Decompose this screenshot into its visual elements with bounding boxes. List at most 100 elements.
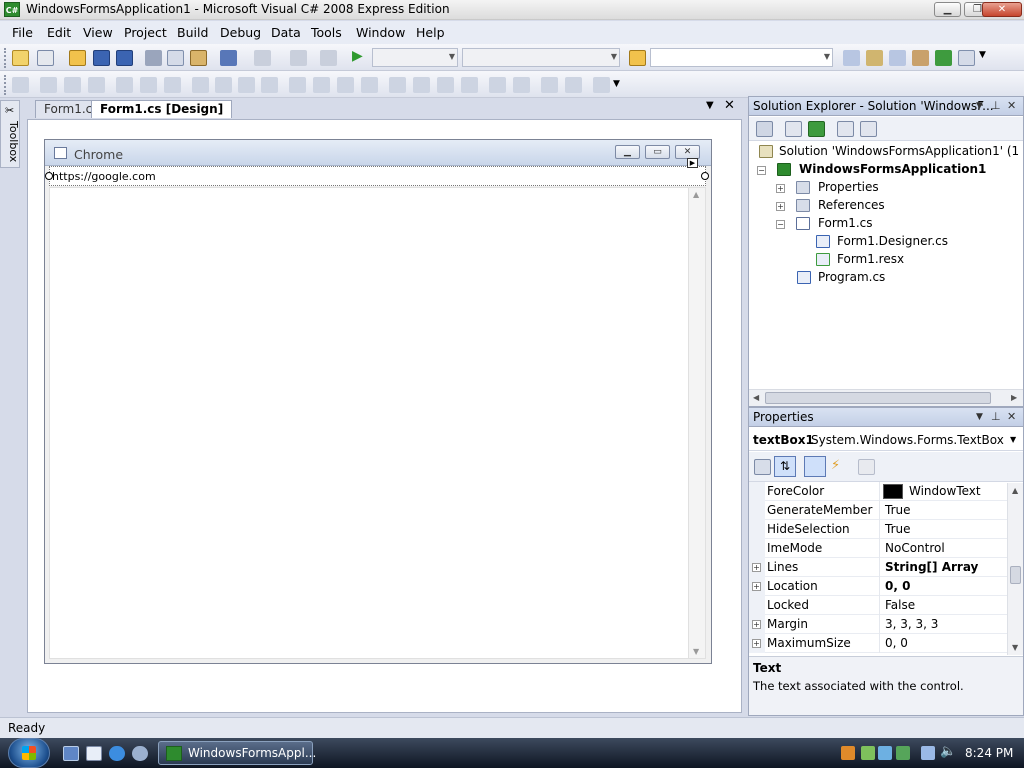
browser-scrollbar[interactable]: ▲ ▼ <box>688 188 705 658</box>
start-page-icon[interactable] <box>935 50 952 66</box>
property-row-forecolor[interactable]: ForeColor WindowText <box>749 482 1007 501</box>
network-icon[interactable] <box>921 746 935 760</box>
property-value[interactable]: String[] Array <box>885 560 978 574</box>
add-item-icon[interactable] <box>37 50 54 66</box>
scroll-left-icon[interactable]: ◀ <box>753 393 759 402</box>
show-desktop-icon[interactable] <box>63 746 79 761</box>
find-in-files-icon[interactable] <box>629 50 646 66</box>
column-divider[interactable] <box>879 596 880 615</box>
close-button[interactable]: ✕ <box>982 2 1022 17</box>
tab-list-dropdown-icon[interactable]: ▼ <box>706 100 714 111</box>
copy-icon[interactable] <box>167 50 184 66</box>
open-icon[interactable] <box>69 50 86 66</box>
toolbar-grip[interactable] <box>4 75 7 95</box>
column-divider[interactable] <box>879 577 880 596</box>
decrease-vertical-spacing-icon[interactable] <box>437 77 454 93</box>
tab-form1-design[interactable]: Form1.cs [Design] <box>91 100 233 118</box>
center-horizontally-icon[interactable] <box>489 77 506 93</box>
categorized-icon[interactable] <box>754 459 771 475</box>
resize-handle-left[interactable] <box>45 172 53 180</box>
menu-edit[interactable]: Edit <box>47 25 71 40</box>
solution-platform-combo[interactable]: ▼ <box>462 48 620 67</box>
menu-file[interactable]: File <box>12 25 33 40</box>
send-to-back-icon[interactable] <box>565 77 582 93</box>
expand-icon[interactable]: + <box>776 184 785 193</box>
menu-data[interactable]: Data <box>271 25 301 40</box>
column-divider[interactable] <box>879 520 880 539</box>
column-divider[interactable] <box>879 615 880 634</box>
vertical-spacing-equal-icon[interactable] <box>389 77 406 93</box>
center-vertically-icon[interactable] <box>513 77 530 93</box>
scroll-down-icon[interactable]: ▼ <box>1012 643 1018 652</box>
media-player-icon[interactable] <box>132 746 148 761</box>
chevron-down-icon[interactable]: ▼ <box>979 50 986 60</box>
close-document-icon[interactable]: ✕ <box>724 98 735 113</box>
expand-icon[interactable]: + <box>752 639 761 648</box>
navigate-forward-icon[interactable] <box>320 50 337 66</box>
menu-help[interactable]: Help <box>416 25 445 40</box>
toolbar-grip[interactable] <box>4 48 7 68</box>
property-value[interactable]: 3, 3, 3, 3 <box>885 617 938 631</box>
property-row-margin[interactable]: + Margin 3, 3, 3, 3 <box>749 615 1007 634</box>
property-row-maximumsize[interactable]: + MaximumSize 0, 0 <box>749 634 1007 653</box>
tray-update-icon[interactable] <box>878 746 892 760</box>
make-same-width-icon[interactable] <box>192 77 209 93</box>
paste-icon[interactable] <box>190 50 207 66</box>
events-lightning-icon[interactable]: ⚡ <box>831 458 840 473</box>
remove-horizontal-spacing-icon[interactable] <box>361 77 378 93</box>
column-divider[interactable] <box>879 558 880 577</box>
menu-view[interactable]: View <box>83 25 113 40</box>
align-lefts-icon[interactable] <box>40 77 57 93</box>
show-all-files-icon[interactable] <box>785 121 802 137</box>
size-to-grid-icon[interactable] <box>215 77 232 93</box>
volume-icon[interactable]: 🔈 <box>940 744 956 759</box>
tray-security-icon[interactable] <box>896 746 910 760</box>
remove-vertical-spacing-icon[interactable] <box>461 77 478 93</box>
internet-explorer-icon[interactable] <box>109 746 125 761</box>
expand-icon[interactable]: + <box>752 582 761 591</box>
tray-tools-icon[interactable] <box>841 746 855 760</box>
save-all-icon[interactable] <box>116 50 133 66</box>
tab-order-icon[interactable] <box>593 77 610 93</box>
menu-build[interactable]: Build <box>177 25 208 40</box>
column-divider[interactable] <box>879 482 880 501</box>
collapse-icon[interactable]: − <box>776 220 785 229</box>
align-rights-icon[interactable] <box>88 77 105 93</box>
align-centers-icon[interactable] <box>64 77 81 93</box>
solution-explorer-icon[interactable] <box>866 50 883 66</box>
start-debugging-icon[interactable]: ▶ <box>352 48 363 64</box>
increase-horizontal-spacing-icon[interactable] <box>313 77 330 93</box>
column-divider[interactable] <box>879 501 880 520</box>
find-icon[interactable] <box>843 50 860 66</box>
property-row-hideselection[interactable]: HideSelection True <box>749 520 1007 539</box>
new-project-icon[interactable] <box>12 50 29 66</box>
close-icon[interactable]: ✕ <box>1007 410 1016 423</box>
minimize-button[interactable]: ▁ <box>934 2 961 17</box>
property-row-lines[interactable]: + Lines String[] Array <box>749 558 1007 577</box>
scroll-up-icon[interactable]: ▲ <box>693 190 699 199</box>
property-value[interactable]: True <box>885 503 911 517</box>
scroll-right-icon[interactable]: ▶ <box>1011 393 1017 402</box>
align-middles-icon[interactable] <box>140 77 157 93</box>
panel-menu-icon[interactable]: ▼ <box>976 412 983 422</box>
property-value[interactable]: NoControl <box>885 541 945 555</box>
horizontal-spacing-equal-icon[interactable] <box>289 77 306 93</box>
menu-window[interactable]: Window <box>356 25 405 40</box>
view-designer-icon[interactable] <box>860 121 877 137</box>
navigate-back-icon[interactable] <box>290 50 307 66</box>
url-textbox[interactable]: https://google.com <box>49 166 706 186</box>
find-combo[interactable]: ▼ <box>650 48 833 67</box>
save-icon[interactable] <box>93 50 110 66</box>
property-value[interactable]: True <box>885 522 911 536</box>
bring-to-front-icon[interactable] <box>541 77 558 93</box>
solution-explorer-hscroll[interactable]: ◀ ▶ <box>749 389 1023 406</box>
property-value[interactable]: 0, 0 <box>885 636 908 650</box>
switch-windows-icon[interactable] <box>86 746 102 761</box>
toolbox-tab[interactable]: ✂ Toolbox <box>0 100 20 168</box>
alphabetical-icon[interactable]: ⇅ <box>774 456 796 477</box>
tray-shield-icon[interactable] <box>861 746 875 760</box>
smart-tag-icon[interactable]: ▶ <box>687 158 698 168</box>
property-row-locked[interactable]: Locked False <box>749 596 1007 615</box>
view-code-icon[interactable] <box>837 121 854 137</box>
taskbar-button-visual-csharp[interactable]: WindowsFormsAppl... <box>158 741 316 765</box>
